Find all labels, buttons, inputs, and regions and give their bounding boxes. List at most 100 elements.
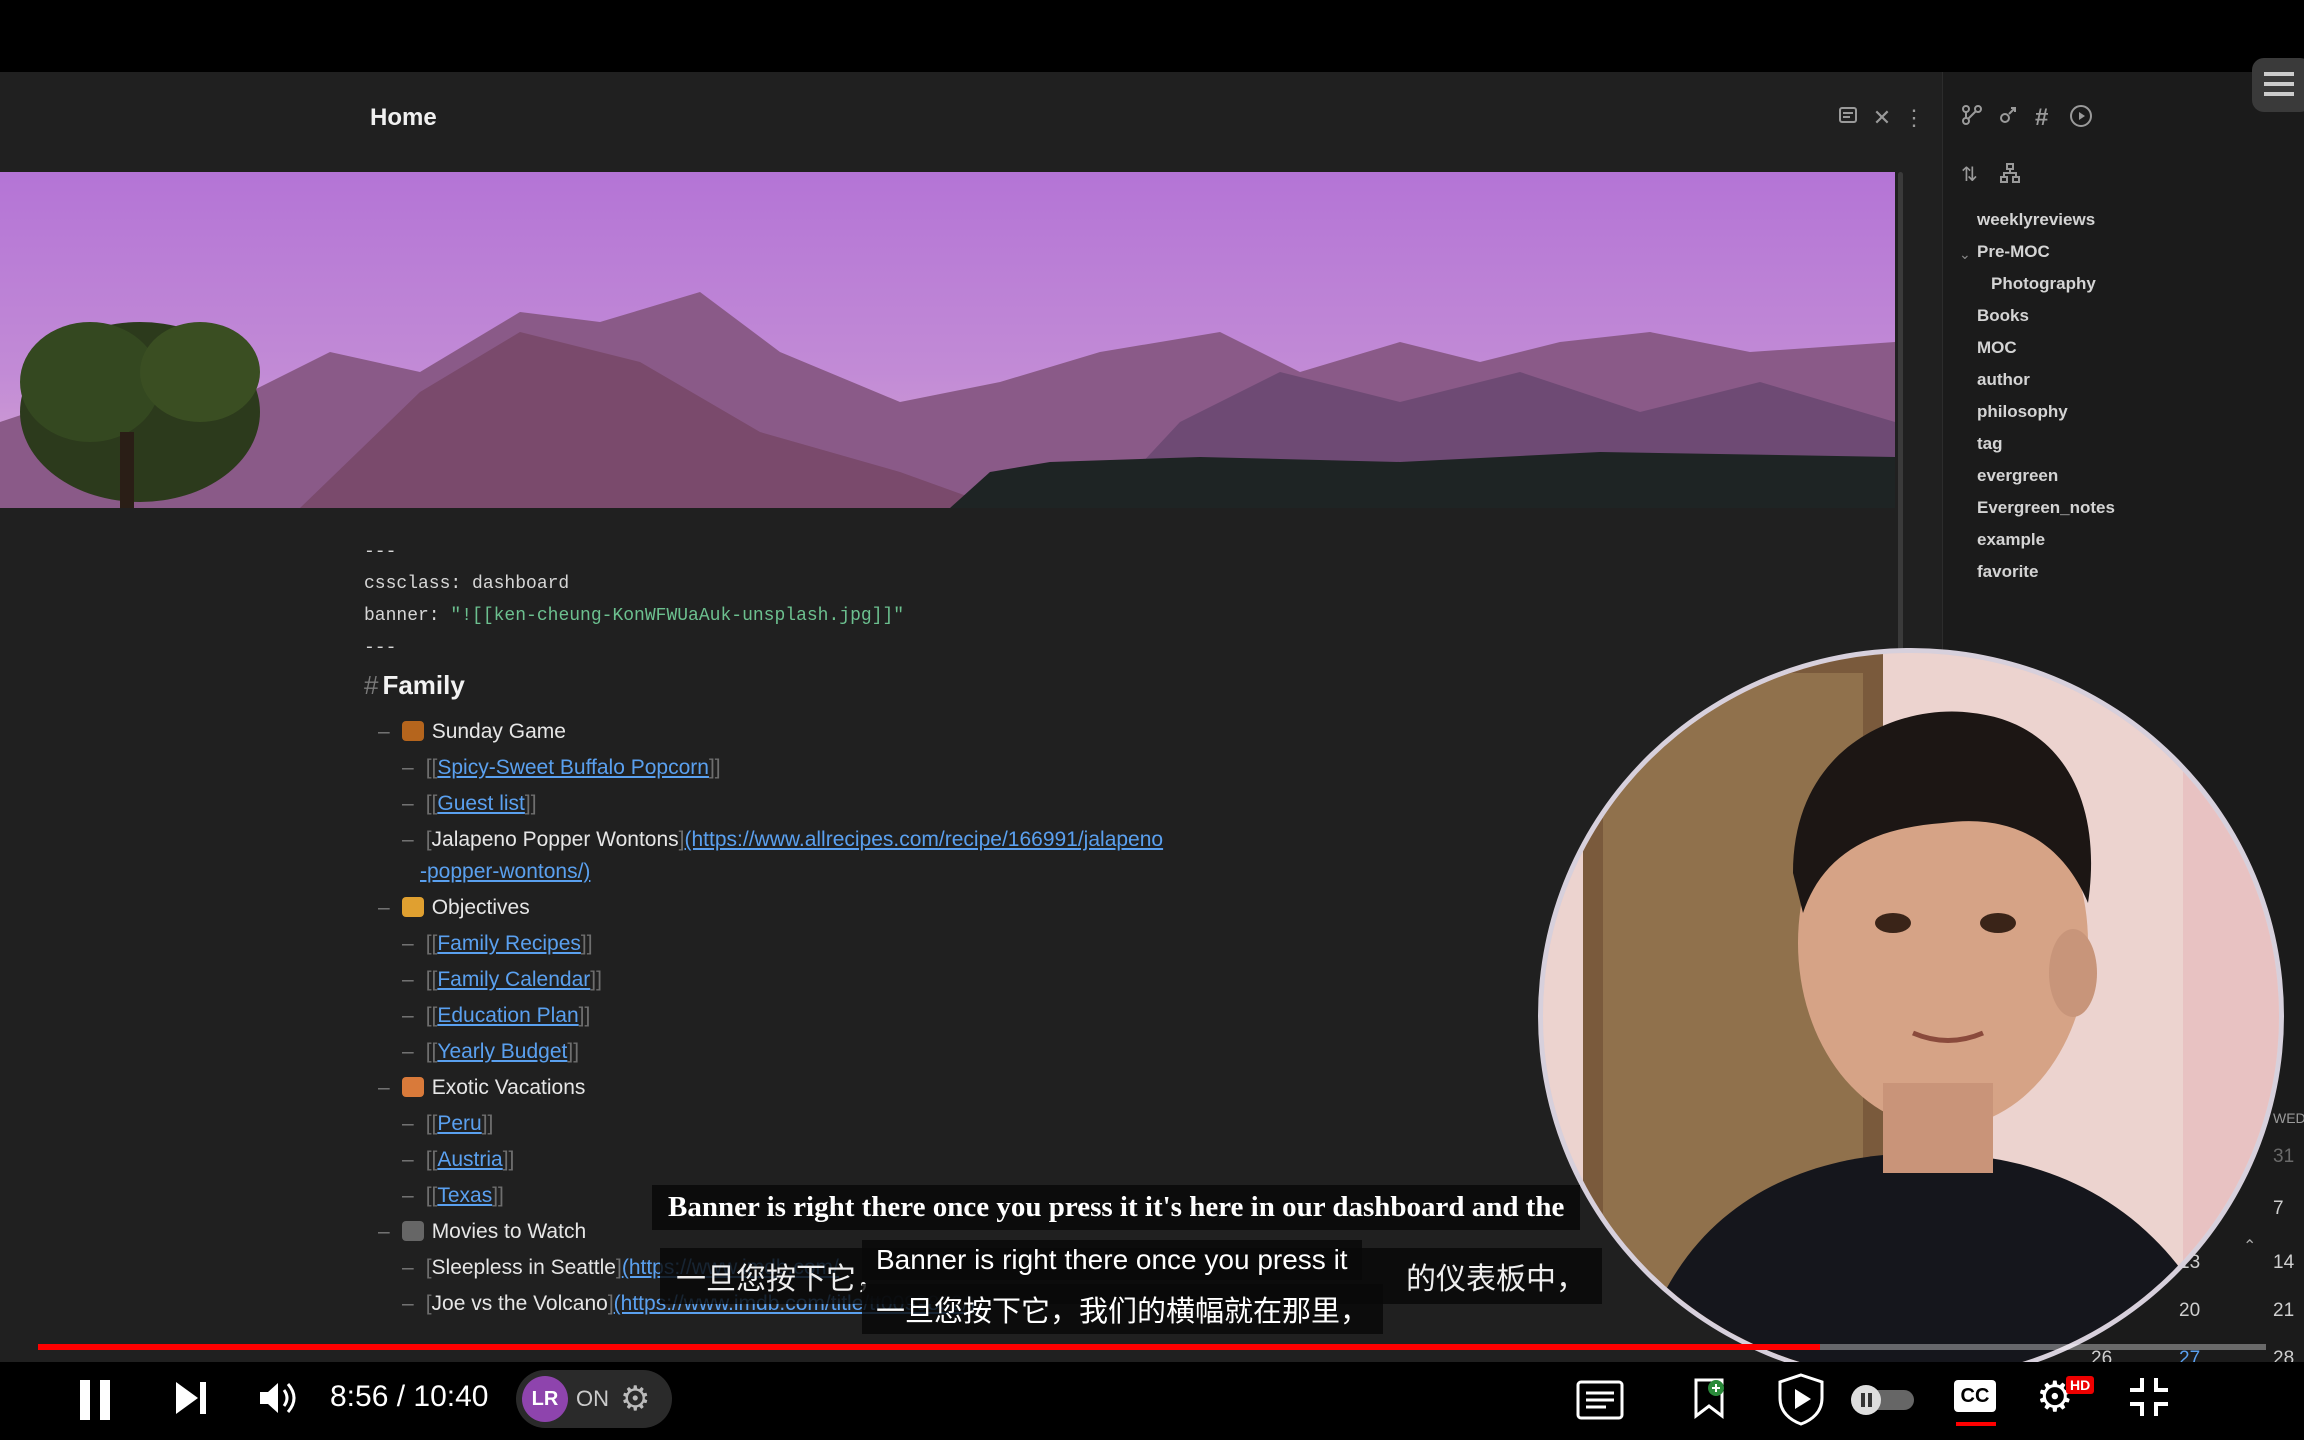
list-item: – [[Education Plan]]	[402, 1004, 591, 1027]
backlinks-icon[interactable]	[1997, 104, 2019, 132]
autoplay-toggle[interactable]	[1850, 1384, 1916, 1421]
wiki-link[interactable]: Spicy-Sweet Buffalo Popcorn	[437, 756, 709, 779]
tags-hash-icon[interactable]: #	[2035, 104, 2048, 132]
video-progress-bar[interactable]	[38, 1344, 2266, 1350]
hamburger-menu-button[interactable]	[2252, 58, 2304, 112]
volume-icon[interactable]	[256, 1378, 300, 1423]
bullet: –	[378, 896, 390, 919]
section-heading: – Exotic Vacations	[378, 1076, 585, 1100]
bullet: –	[402, 932, 414, 955]
caption-en-main: Banner is right there once you press it …	[652, 1185, 1581, 1230]
sort-icon[interactable]: ⇅	[1961, 162, 1978, 187]
wiki-link[interactable]: Guest list	[437, 792, 525, 815]
tag-item[interactable]: evergreen	[1977, 466, 2058, 486]
caption-zh-secondary: 一旦您按下它，我们的横幅就在那里，	[862, 1284, 1384, 1334]
section-emoji-icon	[401, 897, 424, 917]
calendar-weekday-header: WED	[2273, 1110, 2304, 1126]
bullet: –	[402, 1040, 414, 1063]
calendar-day[interactable]: 21	[2273, 1300, 2294, 1322]
more-options-icon[interactable]: ⋮	[1900, 104, 1928, 132]
section-title: Movies to Watch	[431, 1220, 587, 1243]
section-emoji-icon	[401, 721, 424, 741]
external-link[interactable]: (https://www.allrecipes.com/recipe/16699…	[685, 828, 1164, 851]
bullet: –	[378, 1220, 390, 1243]
tag-item[interactable]: tag	[1977, 434, 2003, 454]
exit-fullscreen-icon[interactable]	[2128, 1376, 2170, 1423]
note-banner-image[interactable]	[0, 172, 1895, 508]
editor-scrollbar[interactable]	[1898, 172, 1903, 652]
obsidian-app: Home ✕ ⋮ --- cssclass: dashboard banner:…	[0, 72, 2304, 1372]
note-header: Home ✕ ⋮	[0, 72, 1930, 172]
calendar-nav-chevron-icon[interactable]: ⌃	[2243, 1238, 2256, 1256]
list-item: – [[Family Calendar]]	[402, 968, 602, 991]
tag-item[interactable]: example	[1977, 530, 2045, 550]
close-icon[interactable]: ✕	[1868, 104, 1896, 132]
tag-item[interactable]: Books	[1977, 306, 2029, 326]
bullet: –	[378, 720, 390, 743]
section-title: Objectives	[431, 896, 530, 919]
wiki-link[interactable]: Education Plan	[437, 1004, 578, 1027]
bullet: –	[402, 756, 414, 779]
wiki-link[interactable]: Family Recipes	[437, 932, 581, 955]
bullet: –	[402, 1256, 414, 1279]
wiki-link[interactable]: Yearly Budget	[437, 1040, 567, 1063]
lr-toggle[interactable]: LR ON ⚙	[516, 1370, 672, 1428]
tag-item[interactable]: philosophy	[1977, 402, 2068, 422]
wiki-link[interactable]: Austria	[437, 1148, 502, 1171]
wiki-link[interactable]: Family Calendar	[437, 968, 590, 991]
graph-icon[interactable]	[1961, 104, 1983, 132]
section-emoji-icon	[401, 1077, 424, 1097]
bullet: –	[402, 1148, 414, 1171]
list-item: – [[Family Recipes]]	[402, 932, 593, 955]
heading-hash: #	[364, 670, 379, 700]
webcam-overlay	[1538, 648, 2284, 1372]
frontmatter-banner-value: "![[ken-cheung-KonWFWUaAuk-unsplash.jpg]…	[450, 606, 905, 626]
bullet: –	[402, 1004, 414, 1027]
tag-item[interactable]: MOC	[1977, 338, 2017, 358]
list-item: – [[Texas]]	[402, 1184, 504, 1207]
calendar-day[interactable]: 7	[2273, 1198, 2284, 1220]
lr-gear-icon[interactable]: ⚙	[620, 1380, 650, 1418]
list-item: – [Jalapeno Popper Wontons](https://www.a…	[402, 828, 1164, 851]
external-link[interactable]: -popper-wontons/)	[420, 860, 590, 883]
next-video-icon[interactable]	[172, 1378, 212, 1423]
tag-item[interactable]: weeklyreviews	[1977, 210, 2095, 230]
tag-item[interactable]: Pre-MOC	[1977, 242, 2050, 262]
chevron-down-icon[interactable]: ⌄	[1959, 246, 1971, 263]
save-bookmark-icon[interactable]	[1692, 1376, 1726, 1425]
shield-play-icon[interactable]	[1776, 1372, 1826, 1431]
link-text: Jalapeno Popper Wontons	[431, 828, 679, 851]
tag-item[interactable]: author	[1977, 370, 2030, 390]
note-title: Home	[370, 104, 437, 131]
section-emoji-icon	[401, 1221, 424, 1241]
wiki-link[interactable]: Peru	[437, 1112, 481, 1135]
calendar-day[interactable]: 20	[2179, 1300, 2200, 1322]
captions-button[interactable]: CC	[1954, 1380, 1996, 1412]
section-title: Exotic Vacations	[431, 1076, 586, 1099]
calendar-day[interactable]: 31	[2273, 1146, 2294, 1168]
list-item: – [[Guest list]]	[402, 792, 537, 815]
hierarchy-icon[interactable]	[1999, 162, 2021, 189]
transcript-icon[interactable]	[1576, 1380, 1624, 1425]
frontmatter-start: ---	[364, 542, 397, 562]
list-item: – [[Yearly Budget]]	[402, 1040, 580, 1063]
list-item: – [[Austria]]	[402, 1148, 515, 1171]
bullet: –	[402, 792, 414, 815]
lr-icon: LR	[522, 1376, 568, 1422]
section-title: Sunday Game	[431, 720, 566, 743]
tag-item[interactable]: Evergreen_notes	[1977, 498, 2115, 518]
section-heading: – Movies to Watch	[378, 1220, 586, 1244]
frontmatter-cssclass: cssclass: dashboard	[364, 574, 570, 594]
frontmatter-banner: banner: "![[ken-cheung-KonWFWUaAuk-unspl…	[364, 606, 905, 626]
list-item: – [[Spicy-Sweet Buffalo Popcorn]]	[402, 756, 721, 779]
lr-state: ON	[576, 1386, 609, 1411]
tag-item[interactable]: favorite	[1977, 562, 2038, 582]
pause-icon[interactable]	[76, 1376, 116, 1429]
link-text: Sleepless in Seattle	[431, 1256, 616, 1279]
play-circle-icon[interactable]	[2069, 104, 2093, 134]
player-controls: 8:56 / 10:40 LR ON ⚙ CC ⚙ HD	[0, 1362, 2304, 1440]
reading-view-icon[interactable]	[1834, 104, 1862, 132]
wiki-link[interactable]: Texas	[437, 1184, 492, 1207]
tag-item[interactable]: Photography	[1991, 274, 2096, 294]
calendar-day[interactable]: 14	[2273, 1252, 2294, 1274]
